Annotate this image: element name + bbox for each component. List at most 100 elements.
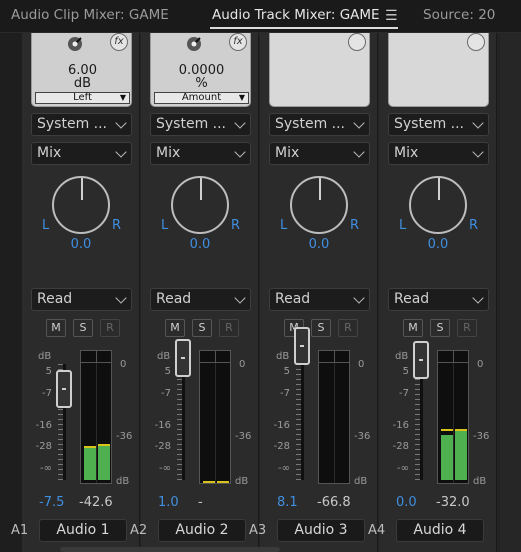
effect-slot-empty[interactable] (388, 33, 489, 107)
chevron-down-icon (353, 146, 365, 158)
pan-right-label: R (112, 218, 122, 233)
volume-fader-handle[interactable] (294, 327, 310, 365)
send-mode-label: Mix (394, 145, 419, 161)
automation-mode-label: Read (394, 291, 430, 307)
automation-mode-select[interactable]: Read (388, 288, 489, 311)
peak-indicator[interactable] (81, 351, 111, 363)
pan-value[interactable]: 0.0 (260, 237, 378, 252)
pan-left-label: L (399, 218, 407, 233)
mute-button[interactable]: M (46, 319, 66, 337)
track-name-field[interactable]: Audio 2 (158, 519, 246, 542)
fader-scale-label: -7 (280, 388, 290, 399)
track-strip: System ...MixLR0.0ReadMSRdB5-7-16-28-∞0-… (368, 33, 497, 552)
pan-value[interactable]: 0.0 (22, 237, 140, 252)
panel-tab-bar: Audio Clip Mixer: GAME Audio Track Mixer… (0, 0, 521, 33)
volume-value[interactable]: 8.1 (277, 495, 298, 510)
meter-scale-label: dB (473, 476, 487, 487)
fx-bypass-icon[interactable]: fx (110, 33, 128, 51)
effect-slot[interactable]: fx 6.00 dB Left ▼ (31, 33, 132, 107)
horizontal-scrollbar[interactable] (60, 547, 280, 552)
effect-param-select[interactable]: Amount ▼ (154, 92, 249, 104)
record-button[interactable]: R (457, 319, 477, 337)
tab-audio-track-mixer[interactable]: Audio Track Mixer: GAME (212, 7, 380, 23)
fader-scale-label: -28 (35, 441, 52, 452)
track-name-field[interactable]: Audio 1 (39, 519, 127, 542)
peak-indicator[interactable] (200, 351, 230, 363)
volume-fader-handle[interactable] (413, 341, 429, 379)
effect-knob-icon[interactable] (183, 35, 205, 52)
solo-button[interactable]: S (430, 319, 450, 337)
fader-scale-label: -16 (273, 420, 290, 431)
volume-fader-handle[interactable] (56, 370, 72, 408)
meter-peak-value: -32.0 (436, 495, 470, 510)
output-select-label: System ... (275, 116, 346, 132)
chevron-down-icon (234, 292, 246, 304)
send-mode-label: Mix (275, 145, 300, 161)
fader-scale-label: -16 (392, 420, 409, 431)
automation-mode-select[interactable]: Read (269, 288, 370, 311)
fx-slot-circle-icon[interactable] (348, 33, 366, 51)
solo-button[interactable]: S (73, 319, 93, 337)
fx-slot-circle-icon[interactable] (467, 33, 485, 51)
automation-mode-label: Read (37, 291, 73, 307)
pan-knob[interactable] (409, 176, 467, 234)
meter-scale-label: -36 (235, 431, 252, 442)
effect-param-label: Left (73, 92, 92, 103)
meter-peak-value: -66.8 (317, 495, 351, 510)
pan-value[interactable]: 0.0 (141, 237, 259, 252)
solo-button[interactable]: S (192, 319, 212, 337)
solo-button[interactable]: S (311, 319, 331, 337)
record-button[interactable]: R (219, 319, 239, 337)
mute-button[interactable]: M (165, 319, 185, 337)
track-name-field[interactable]: Audio 3 (277, 519, 365, 542)
fader-scale-label: -28 (392, 441, 409, 452)
mute-button[interactable]: M (403, 319, 423, 337)
volume-value[interactable]: 0.0 (396, 495, 417, 510)
peak-indicator[interactable] (438, 351, 468, 363)
volume-value[interactable]: -7.5 (39, 495, 64, 510)
effect-slot[interactable]: fx 0.0000 % Amount ▼ (150, 33, 251, 107)
fx-bypass-icon[interactable]: fx (229, 33, 247, 51)
send-mode-label: Mix (37, 145, 62, 161)
output-select[interactable]: System ... (269, 113, 370, 136)
tab-source[interactable]: Source: 20 (423, 7, 495, 23)
fader-track (301, 364, 304, 480)
automation-mode-label: Read (275, 291, 311, 307)
record-button[interactable]: R (338, 319, 358, 337)
effect-knob-icon[interactable] (64, 35, 86, 52)
meter-peak-value: -42.6 (79, 495, 113, 510)
effect-param-select[interactable]: Left ▼ (35, 92, 130, 104)
send-mode-select[interactable]: Mix (269, 142, 370, 165)
track-strip: fx 6.00 dB Left ▼ System ... Mix L R 0.0 Read M… (11, 33, 140, 552)
hamburger-icon[interactable]: ☰ (385, 8, 398, 24)
send-mode-select[interactable]: Mix (31, 142, 132, 165)
volume-fader-handle[interactable] (175, 339, 191, 377)
track-name-field[interactable]: Audio 4 (396, 519, 484, 542)
level-meter (80, 350, 112, 484)
automation-mode-select[interactable]: Read (31, 288, 132, 311)
automation-mode-select[interactable]: Read (150, 288, 251, 311)
fader-scale-label: -∞ (40, 463, 52, 474)
pan-knob[interactable] (290, 176, 348, 234)
pan-knob[interactable] (171, 176, 229, 234)
output-select[interactable]: System ... (388, 113, 489, 136)
tab-audio-clip-mixer[interactable]: Audio Clip Mixer: GAME (11, 7, 169, 23)
meter-scale-label: -36 (116, 431, 133, 442)
chevron-down-icon (472, 292, 484, 304)
meter-scale-label: -36 (354, 431, 371, 442)
output-select-label: System ... (156, 116, 227, 132)
record-button[interactable]: R (100, 319, 120, 337)
meter-scale-label: 0 (358, 359, 365, 370)
pan-left-label: L (161, 218, 169, 233)
pan-value[interactable]: 0.0 (379, 237, 497, 252)
chevron-down-icon (472, 146, 484, 158)
peak-indicator[interactable] (319, 351, 349, 363)
volume-value[interactable]: 1.0 (158, 495, 179, 510)
pan-knob[interactable] (52, 176, 110, 234)
track-id: A1 (11, 523, 29, 538)
send-mode-select[interactable]: Mix (388, 142, 489, 165)
output-select[interactable]: System ... (150, 113, 251, 136)
effect-slot-empty[interactable] (269, 33, 370, 107)
send-mode-select[interactable]: Mix (150, 142, 251, 165)
output-select[interactable]: System ... (31, 113, 132, 136)
